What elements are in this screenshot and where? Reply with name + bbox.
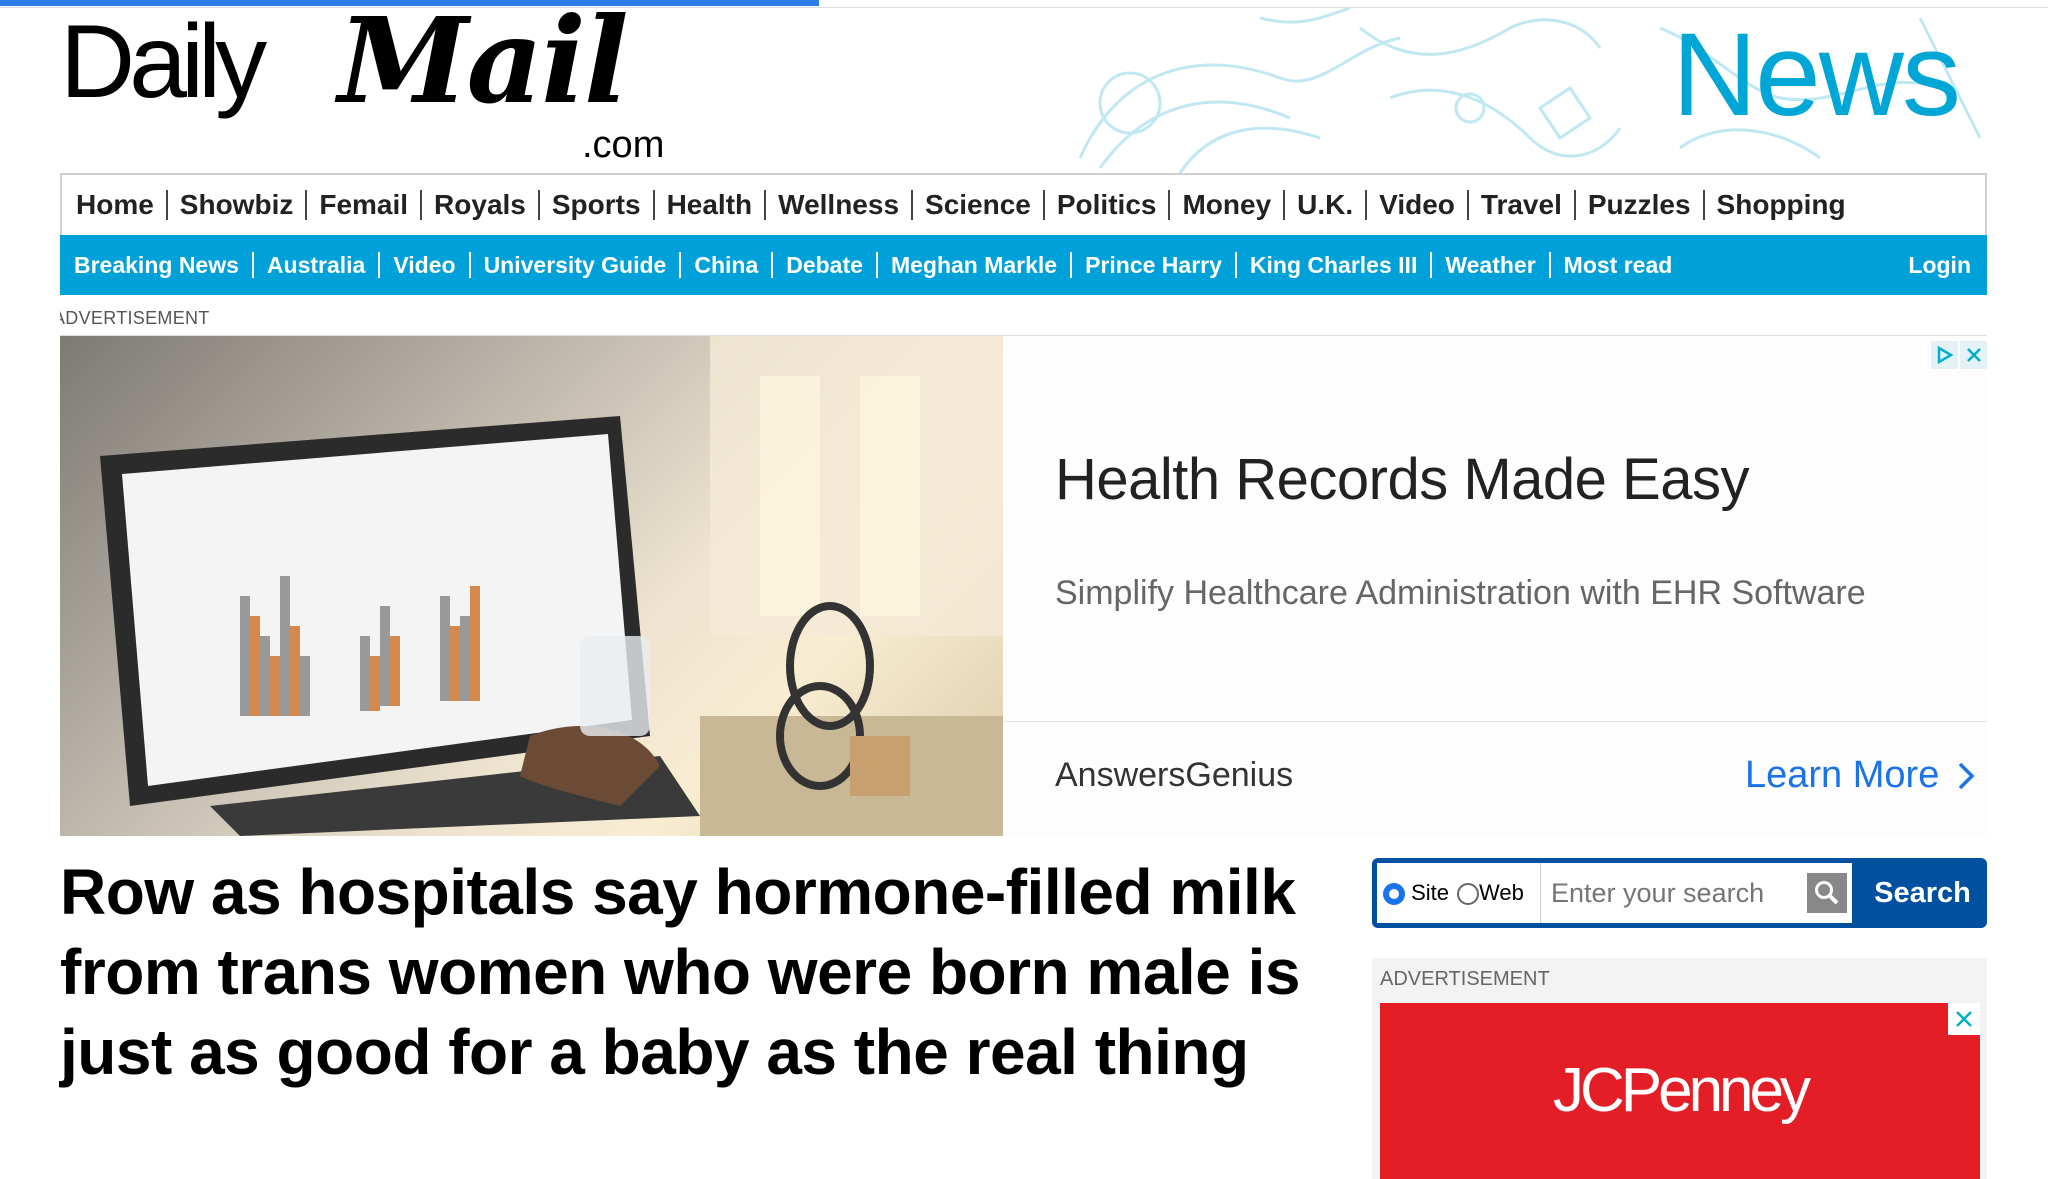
subnav-item-australia[interactable]: Australia [254,252,381,278]
search-input[interactable] [1540,863,1802,923]
search-scope: Site Web [1377,863,1540,923]
search-box: Site Web Search [1372,858,1987,928]
subnav-item-king-charles-iii[interactable]: King Charles III [1237,252,1433,278]
subnav-item-university-guide[interactable]: University Guide [471,252,682,278]
ad-headline[interactable]: Health Records Made Easy [1055,446,1750,513]
radio-selected-icon [1383,883,1405,906]
nav-item-home[interactable]: Home [76,190,168,220]
masthead: Daily Mail .com News [60,8,1987,173]
jcpenney-ad[interactable]: JCPenney [1380,1003,1980,1179]
nav-item-health[interactable]: Health [655,190,767,220]
search-button[interactable]: Search [1858,858,1987,928]
top-advertisement[interactable]: Health Records Made Easy Simplify Health… [60,335,1987,836]
chevron-right-icon [1959,762,1975,789]
nav-item-royals[interactable]: Royals [422,190,540,220]
nav-item-travel[interactable]: Travel [1469,190,1576,220]
sidebar-advertisement: ADVERTISEMENT JCPenney [1372,958,1987,1179]
jcpenney-logo: JCPenney [1552,1056,1811,1125]
ad-learn-more-button[interactable]: Learn More [1745,754,1975,797]
ad-text-panel[interactable]: Health Records Made Easy Simplify Health… [1003,336,1987,836]
ad-image[interactable] [60,336,1003,836]
close-icon[interactable] [1948,1003,1980,1035]
ad-divider [1003,721,1987,722]
search-option-site[interactable]: Site [1383,880,1449,906]
ad-advertiser: AnswersGenius [1055,756,1294,794]
secondary-navigation: Breaking News Australia Video University Gu… [60,235,1987,295]
subnav-item-weather[interactable]: Weather [1432,252,1551,278]
subnav-item-china[interactable]: China [681,252,774,278]
article-headline[interactable]: Row as hospitals say hormone-filled milk… [60,852,1350,1092]
subnav-item-prince-harry[interactable]: Prince Harry [1072,252,1237,278]
daily-mail-logo[interactable]: Daily Mail .com [60,8,700,168]
radio-unselected-icon [1457,883,1480,906]
close-icon[interactable] [1960,341,1987,369]
subnav-item-most-read[interactable]: Most read [1551,252,1686,278]
nav-item-money[interactable]: Money [1170,190,1286,220]
side-ad-label: ADVERTISEMENT [1380,968,1550,990]
search-option-web[interactable]: Web [1457,880,1524,906]
nav-item-u-k[interactable]: U.K. [1285,190,1368,220]
nav-item-sports[interactable]: Sports [540,190,655,220]
nav-item-shopping[interactable]: Shopping [1705,190,1858,220]
login-link[interactable]: Login [1908,252,1971,279]
ad-label: ADVERTISEMENT [60,308,210,328]
subnav-item-debate[interactable]: Debate [773,252,878,278]
search-option-web-label: Web [1479,880,1524,905]
logo-dotcom-text: .com [582,124,665,166]
logo-mail-text: Mail [338,8,629,130]
nav-item-showbiz[interactable]: Showbiz [168,190,308,220]
search-option-site-label: Site [1411,880,1450,905]
ad-laptop-photo [100,336,1003,836]
nav-item-puzzles[interactable]: Puzzles [1576,190,1705,220]
primary-navigation: Home Showbiz Femail Royals Sports Health Welln… [60,173,1987,235]
nav-item-video[interactable]: Video [1367,190,1469,220]
ad-description: Simplify Healthcare Administration with … [1055,574,1866,612]
nav-item-science[interactable]: Science [913,190,1045,220]
nav-item-wellness[interactable]: Wellness [766,190,914,220]
ad-cta-label: Learn More [1745,754,1940,796]
subnav-item-video[interactable]: Video [380,252,471,278]
ad-choices[interactable] [1931,341,1987,369]
adchoices-icon[interactable] [1931,341,1958,369]
subnav-item-meghan-markle[interactable]: Meghan Markle [878,252,1073,278]
channel-title[interactable]: News [1672,16,1961,134]
page-load-progress-fill [0,0,820,6]
nav-item-femail[interactable]: Femail [307,190,423,220]
nav-item-politics[interactable]: Politics [1045,190,1171,220]
magnifier-icon [1807,873,1847,913]
subnav-item-breaking-news[interactable]: Breaking News [74,252,254,278]
search-icon-button[interactable] [1802,863,1852,923]
page-load-progress [0,0,2048,8]
logo-daily-text: Daily [60,8,267,120]
